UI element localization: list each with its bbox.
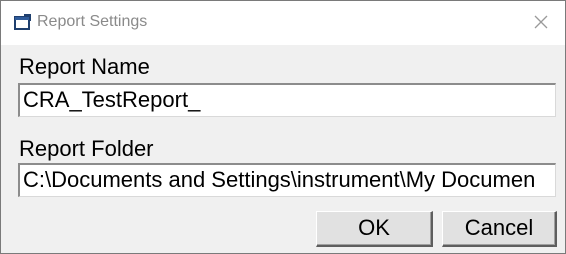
report-settings-dialog: Report Settings Report Name CRA_TestRepo… — [0, 0, 566, 254]
cancel-button[interactable]: Cancel — [442, 211, 557, 247]
window-title: Report Settings — [37, 13, 148, 30]
report-name-input[interactable]: CRA_TestReport_ — [18, 83, 556, 117]
close-icon — [534, 15, 548, 29]
ok-button[interactable]: OK — [316, 211, 433, 247]
report-folder-label: Report Folder — [19, 136, 154, 161]
report-folder-input[interactable]: C:\Documents and Settings\instrument\My … — [18, 163, 556, 197]
title-bar[interactable]: Report Settings — [1, 1, 565, 45]
close-button[interactable] — [519, 1, 565, 45]
report-window-icon — [14, 14, 31, 31]
report-name-label: Report Name — [19, 54, 150, 79]
